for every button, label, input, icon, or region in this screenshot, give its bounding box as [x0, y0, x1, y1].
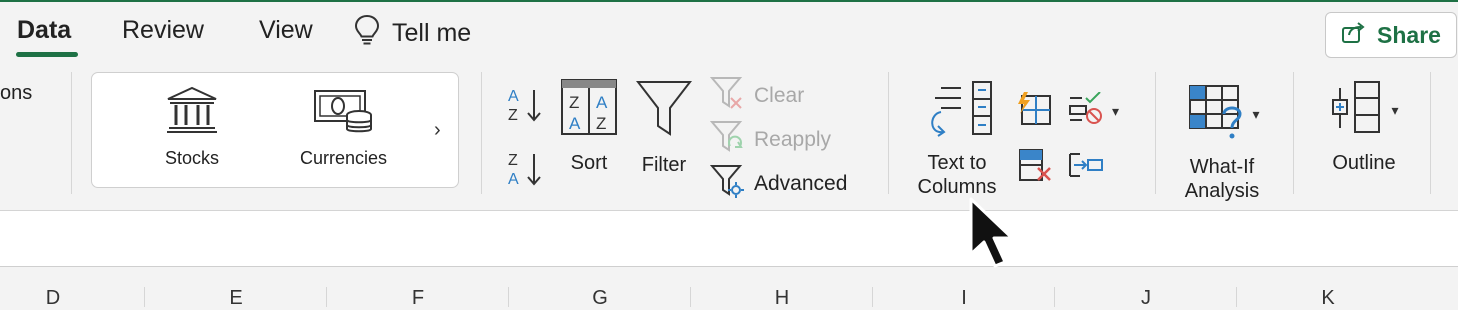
- clear-filter-button[interactable]: Clear: [709, 76, 805, 116]
- column-header-d[interactable]: D: [0, 287, 144, 309]
- clear-label: Clear: [754, 84, 805, 107]
- group-separator: [71, 72, 72, 194]
- column-header-j[interactable]: J: [1054, 287, 1237, 309]
- sort-button[interactable]: Z A A Z Sort: [560, 78, 618, 175]
- sort-ascending-icon: A Z: [506, 88, 544, 128]
- sort-z-to-a-button[interactable]: Z A: [506, 150, 544, 193]
- group-separator: [481, 72, 482, 194]
- share-icon: [1341, 20, 1367, 50]
- currencies-icon: [313, 85, 375, 140]
- data-types-gallery: Stocks Currencies ›: [91, 72, 459, 188]
- column-header-i[interactable]: I: [872, 287, 1055, 309]
- text-to-columns-button[interactable]: Text to Columns: [912, 78, 1002, 199]
- lightbulb-icon: [354, 14, 380, 53]
- svg-text:Z: Z: [508, 152, 518, 169]
- tell-me-search[interactable]: Tell me: [354, 14, 472, 53]
- consolidate-icon: [1068, 153, 1104, 184]
- remove-duplicates-icon: [1016, 149, 1054, 188]
- active-tab-indicator: [16, 52, 78, 57]
- advanced-filter-icon: [709, 164, 744, 204]
- svg-text:A: A: [596, 93, 608, 112]
- svg-text:Z: Z: [508, 107, 518, 124]
- sort-descending-icon: Z A: [506, 152, 544, 192]
- outline-icon: [1329, 80, 1385, 141]
- funnel-icon: [635, 80, 693, 141]
- text-to-columns-icon: [921, 78, 993, 143]
- svg-text:A: A: [508, 171, 519, 188]
- what-if-label-line1: What-If: [1189, 156, 1255, 178]
- reapply-label: Reapply: [754, 128, 832, 151]
- sort-icon: Z A A Z: [560, 78, 618, 141]
- sort-a-to-z-button[interactable]: A Z: [506, 86, 544, 129]
- tab-review[interactable]: Review: [122, 16, 204, 45]
- currencies-label: Currencies: [300, 148, 388, 168]
- partial-group-label[interactable]: ons: [0, 82, 32, 105]
- filter-button[interactable]: Filter: [635, 80, 693, 177]
- column-headers: D E F G H I J K: [0, 267, 1458, 309]
- outline-label: Outline: [1332, 152, 1396, 174]
- column-header-k[interactable]: K: [1236, 287, 1419, 309]
- reapply-button[interactable]: Reapply: [709, 120, 832, 160]
- advanced-filter-button[interactable]: Advanced: [709, 164, 848, 204]
- data-validation-icon: [1068, 91, 1104, 131]
- mouse-pointer-icon: [968, 196, 1020, 277]
- stocks-button[interactable]: Stocks: [164, 85, 220, 169]
- group-separator: [888, 72, 889, 194]
- group-separator: [1155, 72, 1156, 194]
- chevron-down-icon[interactable]: ▾: [1252, 106, 1259, 123]
- formula-bar[interactable]: [0, 210, 1458, 268]
- advanced-label: Advanced: [754, 172, 848, 195]
- what-if-analysis-icon: [1184, 84, 1248, 145]
- bank-icon: [164, 85, 220, 140]
- tab-data[interactable]: Data: [17, 16, 71, 45]
- stocks-label: Stocks: [164, 148, 220, 168]
- svg-text:Z: Z: [569, 93, 579, 112]
- what-if-analysis-button[interactable]: ▾ What-If Analysis: [1176, 84, 1268, 203]
- svg-text:A: A: [508, 88, 519, 105]
- data-validation-button[interactable]: ▾: [1068, 91, 1119, 131]
- group-separator: [1293, 72, 1294, 194]
- svg-text:A: A: [569, 114, 581, 133]
- sort-label: Sort: [570, 152, 608, 174]
- consolidate-button[interactable]: [1068, 150, 1104, 185]
- filter-label: Filter: [641, 154, 687, 176]
- column-header-e[interactable]: E: [144, 287, 327, 309]
- column-header-g[interactable]: G: [508, 287, 691, 309]
- what-if-label-line2: Analysis: [1184, 180, 1260, 202]
- reapply-icon: [709, 120, 744, 160]
- chevron-right-icon[interactable]: ›: [434, 119, 441, 142]
- clear-filter-icon: [709, 76, 744, 116]
- tab-view[interactable]: View: [259, 16, 313, 45]
- flash-fill-button[interactable]: [1014, 90, 1052, 131]
- svg-text:Z: Z: [596, 114, 606, 133]
- column-header-h[interactable]: H: [690, 287, 873, 309]
- currencies-button[interactable]: Currencies: [300, 85, 387, 169]
- share-button[interactable]: Share: [1325, 12, 1457, 58]
- group-separator: [1430, 72, 1431, 194]
- outline-button[interactable]: ▾ Outline: [1320, 80, 1408, 175]
- flash-fill-icon: [1014, 92, 1052, 130]
- share-label: Share: [1377, 21, 1441, 48]
- remove-duplicates-button[interactable]: [1016, 148, 1054, 189]
- tell-me-label: Tell me: [392, 18, 472, 47]
- chevron-down-icon[interactable]: ▾: [1112, 103, 1119, 120]
- text-to-columns-label-line1: Text to: [927, 152, 987, 174]
- chevron-down-icon[interactable]: ▾: [1391, 102, 1398, 119]
- column-header-f[interactable]: F: [326, 287, 509, 309]
- ribbon-tab-bar: Data Review View Tell me Share: [0, 2, 1458, 64]
